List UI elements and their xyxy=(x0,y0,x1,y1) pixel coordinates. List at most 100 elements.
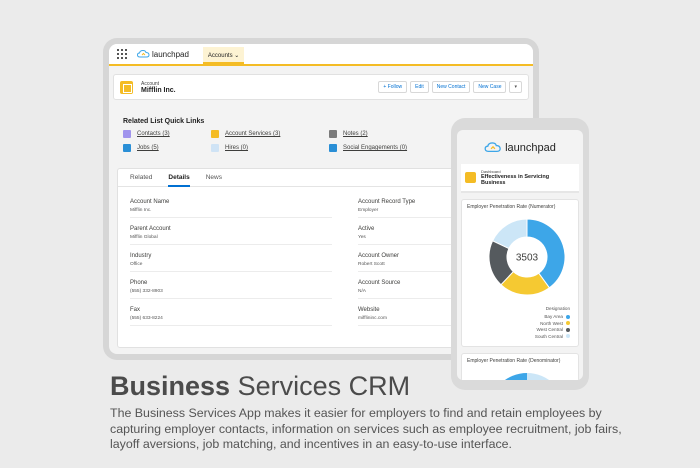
legend-label: West Central xyxy=(536,327,563,332)
chart-title: Employer Penetration Rate (Denominator) xyxy=(467,358,561,364)
details-card: Related Details News Account Name Miffli… xyxy=(117,168,467,348)
quick-link-jobs[interactable]: Jobs (5) xyxy=(123,144,159,152)
quick-link-label: Hires (0) xyxy=(225,145,249,151)
quick-link-social-engagements[interactable]: Social Engagements (0) xyxy=(329,144,407,152)
chevron-down-icon: ⌄ xyxy=(234,52,240,59)
jobs-icon xyxy=(123,144,131,152)
legend-title: Designation xyxy=(545,306,570,311)
legend-swatch xyxy=(566,334,570,338)
app-logo: launchpad xyxy=(137,49,189,59)
donut-chart-partial xyxy=(505,373,549,380)
quick-link-hires[interactable]: Hires (0) xyxy=(211,144,248,152)
field-account-record-type: Account Record Type Employer xyxy=(358,199,458,218)
cloud-logo-icon xyxy=(137,49,150,58)
field-website: Website mifflininc.com xyxy=(358,307,458,326)
field-active: Active Yes xyxy=(358,226,458,245)
quick-link-label: Notes (2) xyxy=(343,131,368,137)
field-fax: Fax (555) 633-8224 xyxy=(130,307,332,326)
field-value: (555) 633-8224 xyxy=(130,316,163,321)
chart-title: Employer Penetration Rate (Numerator) xyxy=(467,204,556,210)
quick-link-label: Social Engagements (0) xyxy=(343,145,408,151)
chart-card-denominator: Employer Penetration Rate (Denominator) xyxy=(461,353,579,380)
new-case-button[interactable]: New Case xyxy=(473,81,507,93)
field-value: Yes xyxy=(358,235,366,240)
donut-segment xyxy=(505,373,527,380)
quick-link-account-services[interactable]: Account Services (3) xyxy=(211,130,280,138)
chart-legend: Designation Bay Area North West West Centr… xyxy=(535,306,570,340)
quick-link-notes[interactable]: Notes (2) xyxy=(329,130,368,138)
new-contact-button[interactable]: New Contact xyxy=(431,81,471,93)
field-label: Fax xyxy=(130,307,141,313)
legend-label: South Central xyxy=(534,333,563,339)
tab-news[interactable]: News xyxy=(206,169,222,187)
hires-icon xyxy=(211,144,219,152)
legend-item: North West xyxy=(535,321,570,326)
donut-center-label: 3503 xyxy=(516,253,539,264)
field-account-name: Account Name Mifflin Inc. xyxy=(130,199,332,218)
field-account-owner: Account Owner Robert Scott xyxy=(358,253,458,272)
tab-details[interactable]: Details xyxy=(168,169,190,187)
logo-text: launchpad xyxy=(505,141,556,154)
dashboard-icon xyxy=(465,172,476,183)
legend-item: Bay Area xyxy=(535,314,570,319)
more-actions-dropdown-icon[interactable]: ▾ xyxy=(509,81,522,93)
social-icon xyxy=(329,144,337,152)
dashboard-title: Effectiveness in Servicing Business xyxy=(480,174,550,186)
legend-item: South Central xyxy=(535,334,570,339)
page-description: The Business Services App makes it easie… xyxy=(110,406,622,451)
field-value: (555) 332-8903 xyxy=(130,289,163,294)
app-launcher-icon[interactable] xyxy=(117,49,127,59)
field-label: Account Name xyxy=(130,199,170,205)
nav-tab-accounts[interactable]: Accounts ⌄ xyxy=(202,46,245,64)
field-account-source: Account Source N/A xyxy=(358,280,458,299)
field-value: Office xyxy=(130,262,143,267)
quick-links-title: Related List Quick Links xyxy=(123,118,205,125)
field-phone: Phone (555) 332-8903 xyxy=(130,280,332,299)
nav-tab-label: Accounts xyxy=(207,52,233,59)
follow-button[interactable]: + Follow xyxy=(378,81,408,93)
quick-link-label: Account Services (3) xyxy=(225,131,281,137)
dashboard-header: Dashboard Effectiveness in Servicing Bus… xyxy=(461,164,579,193)
global-header: launchpad Accounts ⌄ xyxy=(109,44,533,66)
quick-link-label: Jobs (5) xyxy=(137,145,159,151)
contacts-icon xyxy=(123,130,131,138)
field-label: Industry xyxy=(130,253,152,259)
notes-icon xyxy=(329,130,337,138)
record-tabs: Related Details News xyxy=(118,169,466,187)
field-value: Employer xyxy=(358,208,379,213)
legend-swatch xyxy=(566,321,570,325)
field-value: Mifflin Global xyxy=(130,235,158,240)
cloud-logo-icon xyxy=(484,142,501,153)
logo-text: launchpad xyxy=(152,49,189,59)
field-parent-account: Parent Account Mifflin Global xyxy=(130,226,332,245)
donut-segment xyxy=(527,373,549,380)
field-label: Account Owner xyxy=(358,253,400,259)
legend-label: Bay Area xyxy=(544,314,563,319)
page-headline: Business Services CRM xyxy=(110,371,410,402)
phone-screen: launchpad Dashboard Effectiveness in Ser… xyxy=(457,130,583,380)
edit-button[interactable]: Edit xyxy=(410,81,429,93)
field-industry: Industry Office xyxy=(130,253,332,272)
legend-label: North West xyxy=(540,320,563,326)
field-value: N/A xyxy=(358,289,366,294)
tab-related[interactable]: Related xyxy=(130,169,152,187)
chart-card-numerator: Employer Penetration Rate (Numerator) 35… xyxy=(461,199,579,347)
field-value: Robert Scott xyxy=(358,262,385,267)
field-label: Active xyxy=(358,226,375,232)
legend-swatch xyxy=(566,314,570,319)
field-label: Phone xyxy=(130,280,148,286)
record-actions: + Follow Edit New Contact New Case ▾ xyxy=(378,81,522,93)
legend-item: West Central xyxy=(535,327,570,332)
field-value: mifflininc.com xyxy=(358,316,387,321)
record-header: Account Mifflin Inc. + Follow Edit New C… xyxy=(113,74,529,100)
account-icon xyxy=(120,80,133,94)
field-label: Account Record Type xyxy=(358,199,416,205)
donut-chart[interactable]: 3503 xyxy=(484,214,570,300)
field-label: Parent Account xyxy=(130,226,171,232)
field-label: Website xyxy=(358,307,380,313)
headline-bold: Business xyxy=(110,371,231,401)
record-name: Mifflin Inc. xyxy=(141,86,176,94)
legend-swatch xyxy=(566,327,570,332)
quick-link-label: Contacts (3) xyxy=(137,131,170,137)
quick-link-contacts[interactable]: Contacts (3) xyxy=(123,130,170,138)
